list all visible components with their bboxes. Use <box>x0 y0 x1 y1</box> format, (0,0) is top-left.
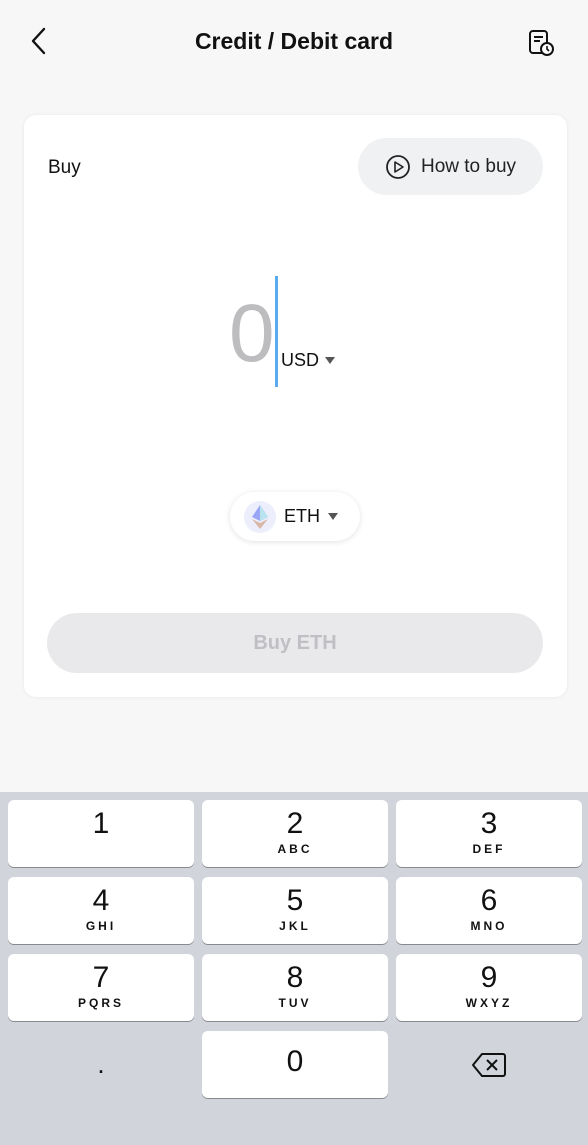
key-letters: GHI <box>85 919 117 933</box>
buy-label: Buy <box>48 157 81 178</box>
amount-input[interactable]: 0 <box>229 287 275 381</box>
caret-down-icon <box>325 357 336 364</box>
key-letters: TUV <box>278 996 312 1010</box>
asset-label: ETH <box>284 506 320 526</box>
key-number: 4 <box>92 884 110 917</box>
key-number: 9 <box>480 961 498 994</box>
key-6[interactable]: 6 MNO <box>396 877 582 944</box>
key-letters: JKL <box>279 919 311 933</box>
key-4[interactable]: 4 GHI <box>8 877 194 944</box>
key-number: 2 <box>286 807 304 840</box>
text-caret <box>275 276 278 387</box>
key-number: 3 <box>480 807 498 840</box>
history-button[interactable] <box>526 28 556 58</box>
buy-eth-button[interactable]: Buy ETH <box>47 613 543 673</box>
key-9[interactable]: 9 WXYZ <box>396 954 582 1021</box>
eth-icon <box>244 500 276 533</box>
key-number: 5 <box>286 884 304 917</box>
key-5[interactable]: 5 JKL <box>202 877 388 944</box>
key-letters: ABC <box>277 842 313 856</box>
backspace-icon <box>472 1052 506 1077</box>
how-to-buy-label: How to buy <box>420 155 517 177</box>
page-title: Credit / Debit card <box>194 28 394 54</box>
key-0[interactable]: 0 <box>202 1031 388 1098</box>
key-letters: WXYZ <box>465 996 513 1010</box>
key-8[interactable]: 8 TUV <box>202 954 388 1021</box>
key-3[interactable]: 3 DEF <box>396 800 582 867</box>
key-1[interactable]: 1 <box>8 800 194 867</box>
buy-card: Buy How to buy 0 USD ETH Buy ETH <box>24 115 567 697</box>
asset-selector[interactable]: ETH <box>230 492 360 541</box>
key-letters: PQRS <box>77 996 124 1010</box>
key-number: 1 <box>92 807 110 840</box>
key-number: 8 <box>286 961 304 994</box>
currency-label: USD <box>281 350 320 370</box>
how-to-buy-button[interactable]: How to buy <box>358 138 543 195</box>
currency-selector[interactable]: USD <box>281 350 336 371</box>
numeric-keypad: 1 2 ABC 3 DEF 4 GHI 5 JKL 6 MNO 7 PQRS 8 TUV 9 WXYZ . 0 <box>0 792 588 1145</box>
play-icon <box>386 154 410 179</box>
order-history-icon <box>529 30 554 56</box>
key-letters: MNO <box>470 919 508 933</box>
caret-down-icon <box>328 513 338 520</box>
key-number: 6 <box>480 884 498 917</box>
key-7[interactable]: 7 PQRS <box>8 954 194 1021</box>
key-letters: DEF <box>472 842 506 856</box>
key-decimal[interactable]: . <box>8 1031 194 1098</box>
key-number: 7 <box>92 961 110 994</box>
key-2[interactable]: 2 ABC <box>202 800 388 867</box>
key-number: 0 <box>286 1045 304 1078</box>
key-backspace[interactable] <box>396 1031 582 1098</box>
